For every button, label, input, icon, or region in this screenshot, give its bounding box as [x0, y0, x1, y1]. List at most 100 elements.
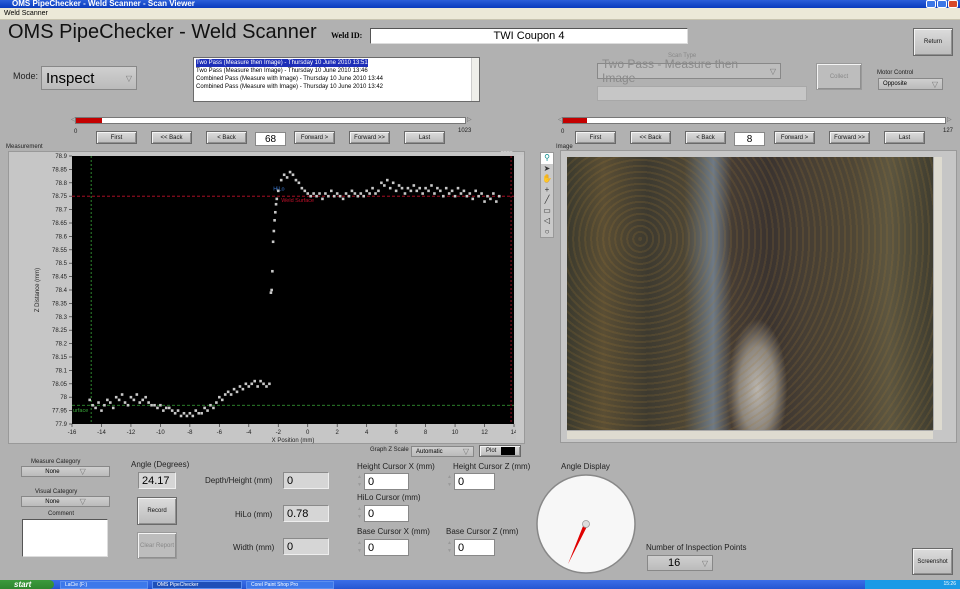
- data-point: [253, 379, 256, 383]
- graph-scrollbar[interactable]: [516, 155, 524, 440]
- measurement-first-button[interactable]: First: [96, 131, 137, 144]
- measurement-last-button[interactable]: Last: [404, 131, 445, 144]
- scan-type-select[interactable]: Two Pass - Measure then Image ▽: [597, 57, 781, 85]
- height-cursor-x-spinner[interactable]: ▲ ▼: [357, 473, 362, 489]
- weld-camera-image[interactable]: [567, 157, 933, 430]
- image-forward-button[interactable]: Forward >: [774, 131, 815, 144]
- graph-z-scale-select[interactable]: Automatic ▽: [411, 446, 474, 457]
- hilo-cursor-field[interactable]: 0: [364, 505, 409, 522]
- data-point: [315, 194, 318, 198]
- image-fast-forward-button[interactable]: Forward >>: [829, 131, 870, 144]
- data-point: [436, 186, 439, 190]
- image-first-button[interactable]: First: [575, 131, 616, 144]
- y-tick-label: 78.75: [52, 194, 68, 200]
- data-point: [300, 186, 304, 190]
- taskbar-item[interactable]: Corel Paint Shop Pro: [246, 581, 334, 589]
- inspection-points-select[interactable]: 16 ▽: [647, 555, 713, 571]
- data-point: [123, 401, 127, 404]
- data-point: [109, 401, 112, 404]
- zoom-icon[interactable]: ⚲: [541, 153, 553, 164]
- collect-button[interactable]: Collect: [816, 63, 862, 90]
- menu-weld-scanner[interactable]: Weld Scanner: [4, 10, 48, 17]
- base-cursor-z-field[interactable]: 0: [454, 539, 495, 556]
- data-point: [244, 382, 248, 386]
- measurement-fast-back-button[interactable]: << Back: [151, 131, 192, 144]
- data-point: [462, 189, 466, 193]
- start-button[interactable]: start: [0, 580, 54, 589]
- width-value: 0: [283, 538, 329, 555]
- x-tick-label: 10: [452, 430, 459, 436]
- motor-control-select[interactable]: Opposite ▽: [878, 78, 943, 90]
- scan-list-item[interactable]: Two Pass (Measure then Image) - Thursday…: [196, 67, 477, 75]
- data-point: [274, 210, 277, 214]
- slider-increment-icon[interactable]: ▷: [947, 116, 952, 123]
- x-tick-label: 12: [481, 430, 488, 436]
- data-point: [371, 186, 374, 190]
- rectangle-icon[interactable]: ▭: [541, 206, 553, 217]
- hilo-cursor-spinner[interactable]: ▲ ▼: [357, 505, 362, 521]
- scan-list[interactable]: Two Pass (Measure then Image) - Thursday…: [193, 57, 480, 102]
- gauge-hub: [582, 520, 590, 528]
- scan-list-scrollbar[interactable]: [471, 58, 479, 101]
- mode-select[interactable]: Inspect ▽: [41, 66, 137, 90]
- data-point: [291, 173, 295, 177]
- minimize-button[interactable]: [926, 0, 936, 8]
- dropdown-arrow-icon: ▽: [701, 558, 708, 568]
- x-tick-label: 4: [365, 430, 369, 436]
- height-cursor-z-field[interactable]: 0: [454, 473, 495, 490]
- measurement-back-button[interactable]: < Back: [206, 131, 247, 144]
- base-cursor-z-label: Base Cursor Z (mm): [446, 527, 519, 536]
- data-point: [353, 192, 357, 195]
- image-vertical-scrollbar[interactable]: [933, 157, 942, 430]
- measurement-index[interactable]: 68: [255, 132, 286, 146]
- weld-id-field[interactable]: TWI Coupon 4: [370, 28, 688, 44]
- taskbar-item[interactable]: LaCie (F:): [60, 581, 148, 589]
- visual-category-select[interactable]: None ▽: [21, 496, 110, 507]
- return-button[interactable]: Return: [913, 28, 953, 56]
- clear-report-button[interactable]: Clear Report: [137, 532, 177, 559]
- measurement-graph[interactable]: 78.9 78.85 78.8 78.75 78.7 78.65 78.6 78.55 78.5…: [8, 151, 525, 444]
- crosshair-icon[interactable]: +: [541, 185, 553, 196]
- taskbar-item-active[interactable]: OMS PipeChecker: [152, 581, 242, 589]
- inspection-points-label: Number of Inspection Points: [646, 543, 747, 552]
- comment-field[interactable]: [22, 519, 108, 557]
- data-point: [362, 194, 366, 198]
- image-back-button[interactable]: < Back: [685, 131, 726, 144]
- visual-category-value: None: [45, 498, 60, 505]
- app-title: OMS PipeChecker - Weld Scanner: [8, 21, 317, 43]
- base-cursor-x-spinner[interactable]: ▲ ▼: [357, 539, 362, 555]
- clock: 15:26: [943, 581, 956, 587]
- data-point: [424, 186, 427, 190]
- polygon-icon[interactable]: ◁: [541, 216, 553, 227]
- pan-icon[interactable]: ✋: [541, 174, 553, 185]
- data-point: [194, 409, 198, 412]
- oval-icon[interactable]: ○: [541, 227, 553, 238]
- scan-list-item[interactable]: Two Pass (Measure then Image) - Thursday…: [196, 59, 477, 67]
- base-cursor-x-field[interactable]: 0: [364, 539, 409, 556]
- plot-legend-button[interactable]: Plot: [479, 445, 521, 457]
- scan-list-item[interactable]: Combined Pass (Measure with Image) - Thu…: [196, 83, 477, 91]
- image-last-button[interactable]: Last: [884, 131, 925, 144]
- line-icon[interactable]: ╱: [541, 195, 553, 206]
- measurement-slider[interactable]: [75, 117, 466, 124]
- measurement-forward-button[interactable]: Forward >: [294, 131, 335, 144]
- close-button[interactable]: [948, 0, 958, 8]
- screenshot-button[interactable]: Screenshot: [912, 548, 953, 575]
- data-point: [406, 186, 410, 190]
- slider-increment-icon[interactable]: ▷: [467, 116, 472, 123]
- height-cursor-x-field[interactable]: 0: [364, 473, 409, 490]
- measurement-fast-forward-button[interactable]: Forward >>: [349, 131, 390, 144]
- data-point: [114, 395, 118, 399]
- image-index[interactable]: 8: [734, 132, 765, 146]
- record-button[interactable]: Record: [137, 497, 177, 525]
- height-cursor-z-spinner[interactable]: ▲ ▼: [447, 473, 452, 489]
- data-point: [120, 393, 124, 396]
- image-horizontal-scrollbar[interactable]: [567, 430, 933, 439]
- maximize-button[interactable]: [937, 0, 947, 8]
- base-cursor-z-spinner[interactable]: ▲ ▼: [447, 539, 452, 555]
- image-fast-back-button[interactable]: << Back: [630, 131, 671, 144]
- scan-list-item[interactable]: Combined Pass (Measure with Image) - Thu…: [196, 75, 477, 83]
- measure-category-select[interactable]: None ▽: [21, 466, 110, 477]
- image-slider[interactable]: [562, 117, 946, 124]
- pointer-icon[interactable]: ➤: [541, 164, 553, 175]
